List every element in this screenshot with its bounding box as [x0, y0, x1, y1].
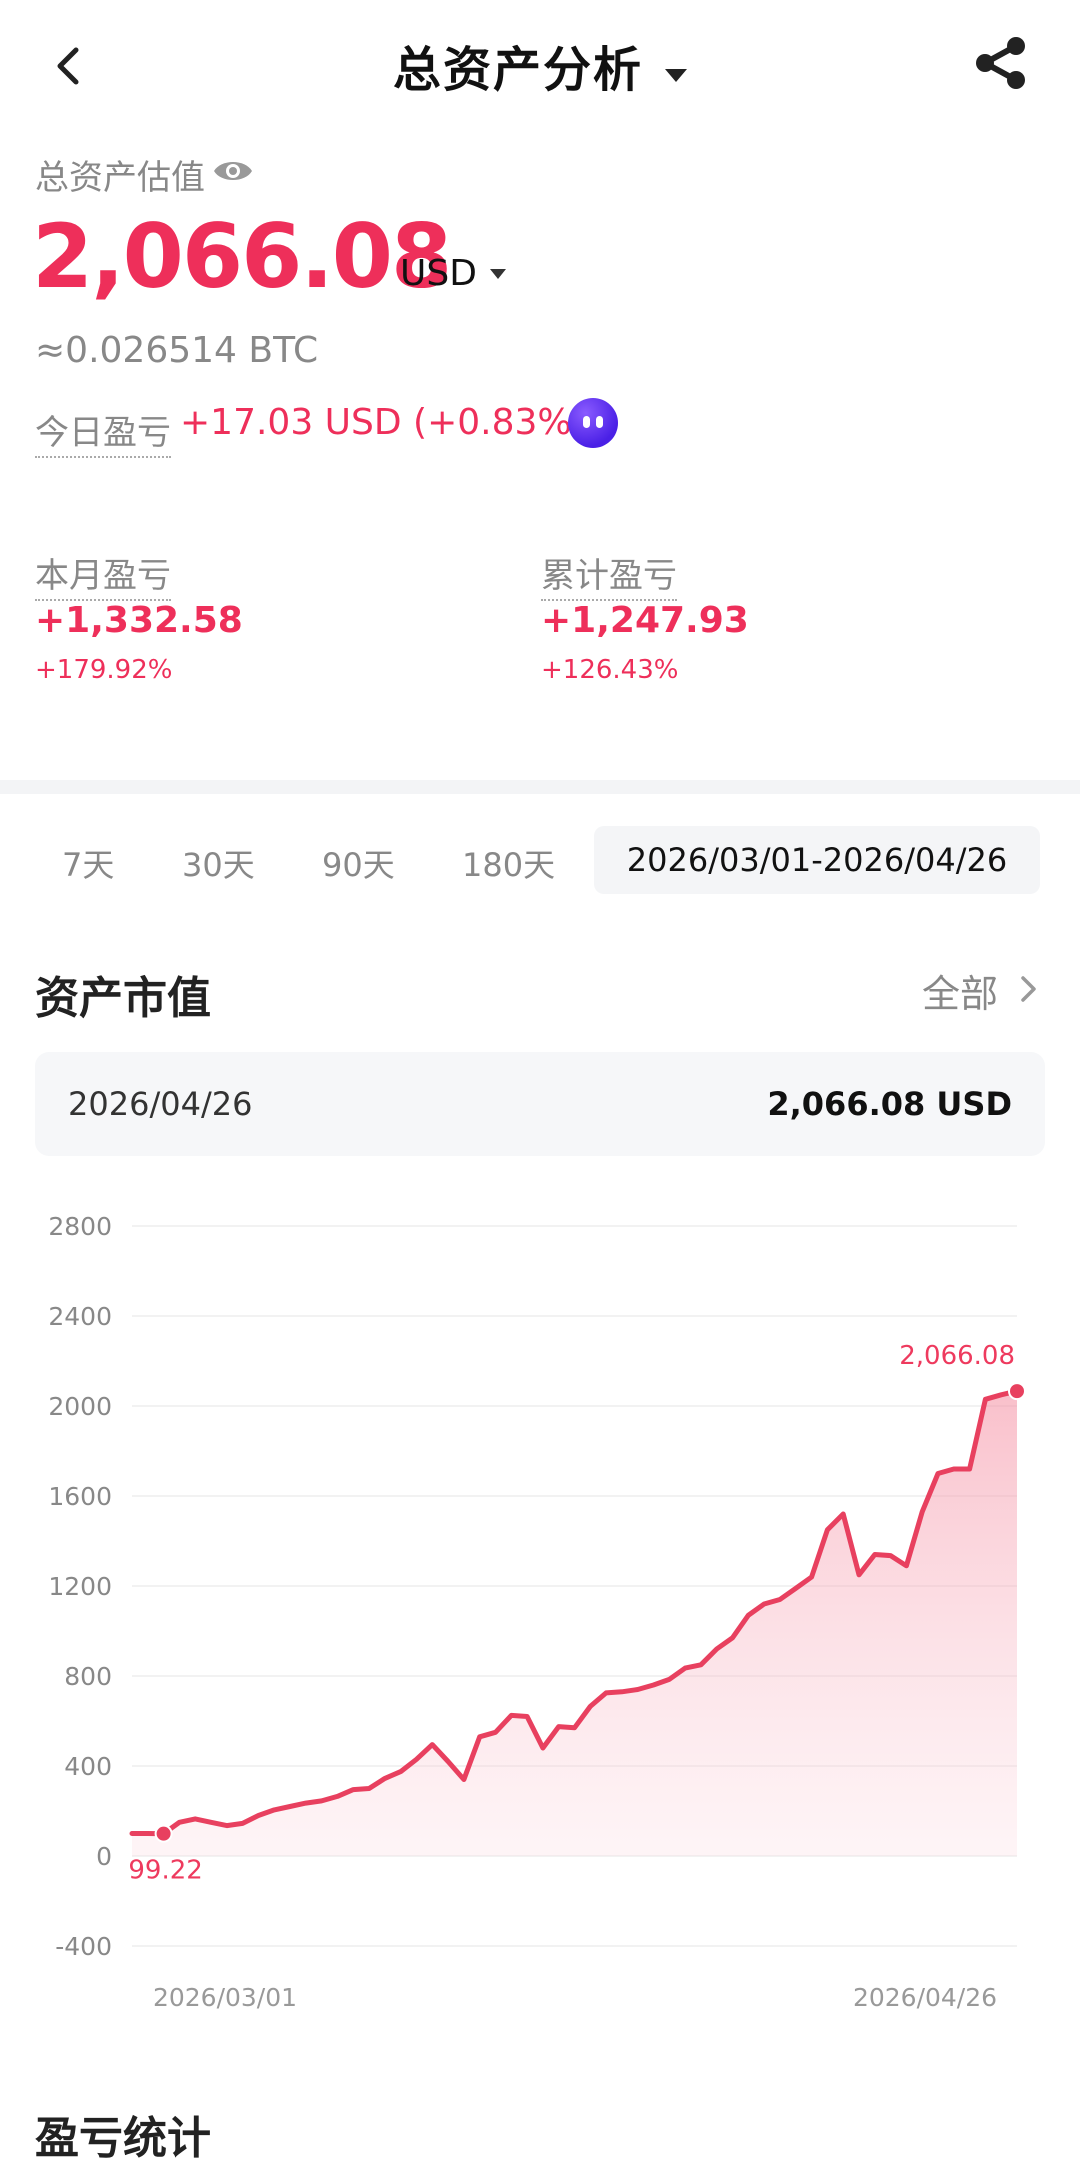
- start-value-label: 99.22: [128, 1856, 202, 1886]
- chevron-right-icon[interactable]: [1018, 974, 1040, 1004]
- page-title: 总资产分析: [392, 42, 643, 98]
- caret-down-icon[interactable]: [490, 269, 506, 279]
- asset-value-title: 资产市值: [35, 973, 211, 1024]
- tab-180d[interactable]: 180天: [462, 840, 555, 886]
- y-tick-label: 0: [96, 1842, 112, 1871]
- selected-date: 2026/04/26: [68, 1085, 253, 1123]
- month-pnl-label[interactable]: 本月盈亏: [35, 548, 171, 601]
- tab-custom-range[interactable]: 2026/03/01-2026/04/26: [594, 826, 1040, 894]
- asset-value-chart[interactable]: 2800 2400 2000 1600 1200 800 400 0 -400 99.22 2,0…: [0, 1190, 1080, 2030]
- section-divider: [0, 780, 1080, 794]
- y-tick-label: -400: [55, 1932, 112, 1961]
- end-point-marker: [1008, 1382, 1026, 1401]
- y-tick-label: 2000: [48, 1392, 112, 1421]
- caret-down-icon: [665, 69, 687, 82]
- cumulative-pnl-label[interactable]: 累计盈亏: [541, 548, 677, 601]
- cumulative-pnl-pct: +126.43%: [541, 655, 679, 685]
- y-tick-label: 2800: [48, 1212, 112, 1241]
- end-value-label: 2,066.08: [899, 1341, 1015, 1371]
- eye-icon[interactable]: [212, 156, 254, 186]
- today-pnl-label[interactable]: 今日盈亏: [35, 405, 171, 458]
- total-estimate-label: 总资产估值: [35, 158, 205, 198]
- x-start-label: 2026/03/01: [153, 1983, 297, 2012]
- start-point-marker: [154, 1824, 173, 1843]
- share-icon[interactable]: [972, 34, 1030, 92]
- tab-30d[interactable]: 30天: [182, 840, 255, 886]
- view-all-link[interactable]: 全部: [922, 963, 998, 1018]
- assistant-bot-icon[interactable]: [568, 398, 618, 448]
- btc-equivalent: ≈0.026514 BTC: [35, 330, 319, 371]
- cumulative-pnl-value: +1,247.93: [541, 600, 749, 641]
- y-tick-label: 1200: [48, 1572, 112, 1601]
- today-pnl-value: +17.03 USD (+0.83%): [180, 402, 586, 443]
- pnl-stats-title: 盈亏统计: [35, 2113, 211, 2164]
- currency-selector[interactable]: USD: [400, 253, 477, 294]
- total-value: 2,066.08: [32, 205, 452, 308]
- tab-7d[interactable]: 7天: [62, 840, 114, 886]
- month-pnl-value: +1,332.58: [35, 600, 243, 641]
- month-pnl-pct: +179.92%: [35, 655, 173, 685]
- y-tick-label: 1600: [48, 1482, 112, 1511]
- page-title-dropdown[interactable]: 总资产分析: [0, 30, 1080, 100]
- tab-90d[interactable]: 90天: [322, 840, 395, 886]
- y-tick-label: 2400: [48, 1302, 112, 1331]
- selected-value: 2,066.08 USD: [767, 1085, 1012, 1123]
- y-tick-label: 800: [64, 1662, 112, 1691]
- x-end-label: 2026/04/26: [853, 1983, 997, 2012]
- y-tick-label: 400: [64, 1752, 112, 1781]
- area-fill: [132, 1391, 1017, 1856]
